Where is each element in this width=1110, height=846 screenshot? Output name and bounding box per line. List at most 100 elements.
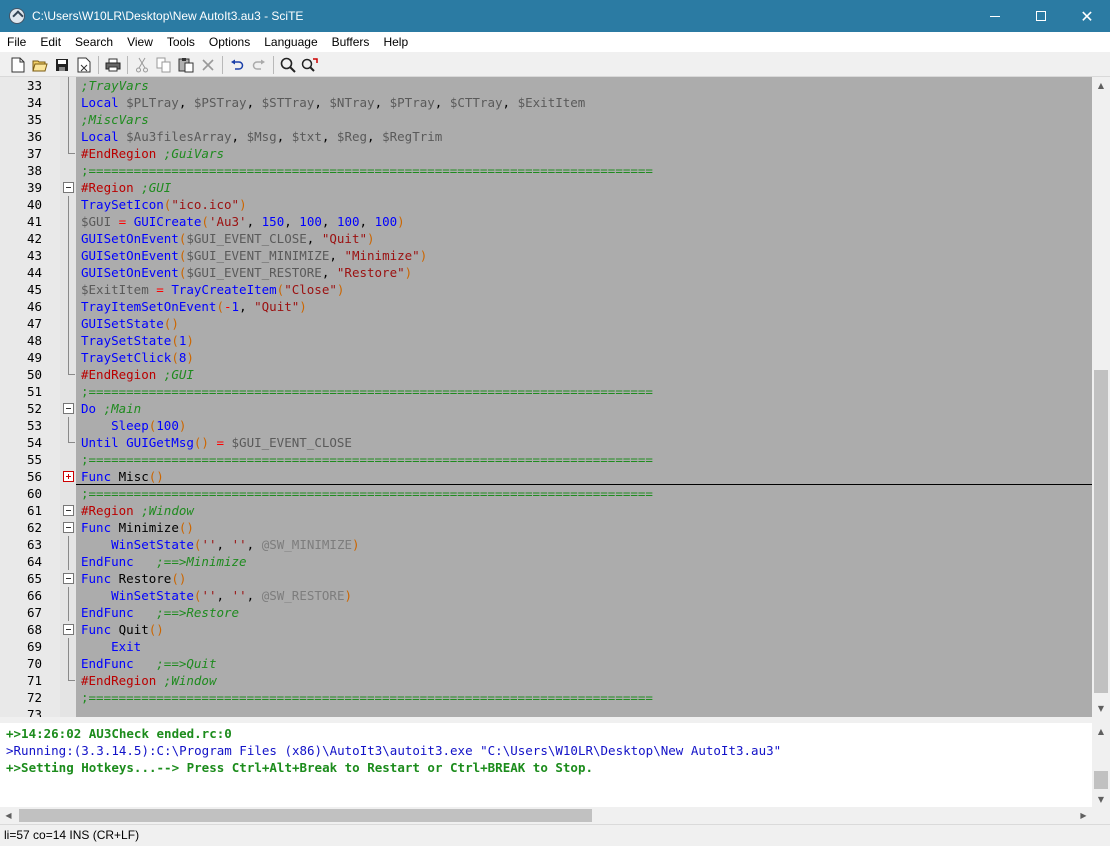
code-line[interactable]: 72 ;=====================================… (0, 689, 1092, 706)
output-vertical-scrollbar[interactable]: ▲ ▼ (1092, 723, 1110, 807)
paste-button[interactable] (175, 54, 197, 76)
fold-collapse-icon[interactable] (63, 182, 74, 193)
code-line[interactable]: 64 EndFunc ;==>Minimize (0, 553, 1092, 570)
code-line[interactable]: 42 GUISetOnEvent($GUI_EVENT_CLOSE, "Quit"… (0, 230, 1092, 247)
editor-vertical-scrollbar[interactable]: ▲ ▼ (1092, 77, 1110, 717)
save-button[interactable] (51, 54, 73, 76)
menu-language[interactable]: Language (257, 32, 324, 52)
menu-tools[interactable]: Tools (160, 32, 202, 52)
fold-collapse-icon[interactable] (63, 522, 74, 533)
code-line[interactable]: 68 Func Quit() (0, 621, 1092, 638)
code-line[interactable]: 66 WinSetState('', '', @SW_RESTORE) (0, 587, 1092, 604)
fold-collapse-icon[interactable] (63, 624, 74, 635)
code-line[interactable]: 70 EndFunc ;==>Quit (0, 655, 1092, 672)
menu-buffers[interactable]: Buffers (325, 32, 377, 52)
code-token: '' (201, 588, 217, 603)
undo-button[interactable] (226, 54, 248, 76)
menu-help[interactable]: Help (376, 32, 415, 52)
find-replace-button[interactable] (299, 54, 321, 76)
menu-edit[interactable]: Edit (33, 32, 68, 52)
code-line[interactable]: 69 Exit (0, 638, 1092, 655)
scroll-left-icon[interactable]: ◀ (0, 807, 17, 824)
new-file-button[interactable] (7, 54, 29, 76)
code-line[interactable]: 56 Func Misc() (0, 468, 1092, 485)
code-line[interactable]: 55 ;=====================================… (0, 451, 1092, 468)
output-hscroll-thumb[interactable] (19, 809, 592, 822)
code-line[interactable]: 37 #EndRegion ;GuiVars (0, 145, 1092, 162)
code-line[interactable]: 63 WinSetState('', '', @SW_MINIMIZE) (0, 536, 1092, 553)
minimize-button[interactable] (972, 0, 1018, 32)
output-scroll-thumb[interactable] (1094, 771, 1108, 789)
scroll-right-icon[interactable]: ▶ (1075, 807, 1092, 824)
code-line[interactable]: 38 ;=====================================… (0, 162, 1092, 179)
code-line[interactable]: 51 ;=====================================… (0, 383, 1092, 400)
code-line[interactable]: 60 ;=====================================… (0, 485, 1092, 502)
code-line[interactable]: 62 Func Minimize() (0, 519, 1092, 536)
menu-view[interactable]: View (120, 32, 160, 52)
copy-button[interactable] (153, 54, 175, 76)
code-line[interactable]: 47 GUISetState() (0, 315, 1092, 332)
code-line[interactable]: 65 Func Restore() (0, 570, 1092, 587)
redo-button[interactable] (248, 54, 270, 76)
code-line[interactable]: 45 $ExitItem = TrayCreateItem("Close") (0, 281, 1092, 298)
menu-search[interactable]: Search (68, 32, 120, 52)
code-line[interactable]: 35 ;MiscVars (0, 111, 1092, 128)
code-editor[interactable]: 33 ;TrayVars 34 Local $PLTray, $PSTray, $ST… (0, 77, 1092, 717)
fold-collapse-icon[interactable] (63, 573, 74, 584)
print-button[interactable] (102, 54, 124, 76)
code-line[interactable]: 52 Do ;Main (0, 400, 1092, 417)
code-line[interactable]: 54 Until GUIGetMsg() = $GUI_EVENT_CLOSE (0, 434, 1092, 451)
scroll-up-icon[interactable]: ▲ (1092, 77, 1110, 94)
scroll-down-icon[interactable]: ▼ (1092, 700, 1110, 717)
code-line[interactable]: 40 TraySetIcon("ico.ico") (0, 196, 1092, 213)
code-line[interactable]: 39 #Region ;GUI (0, 179, 1092, 196)
code-line[interactable]: 48 TraySetState(1) (0, 332, 1092, 349)
fold-line (68, 94, 69, 111)
code-text: GUISetState() (81, 315, 179, 332)
scite-app-icon[interactable] (9, 8, 25, 24)
code-line[interactable]: 73 (0, 706, 1092, 717)
delete-button[interactable] (197, 54, 219, 76)
copy-icon (156, 57, 171, 72)
code-line[interactable]: 33 ;TrayVars (0, 77, 1092, 94)
code-text: #Region ;GUI (81, 179, 171, 196)
fold-expand-icon[interactable] (63, 471, 74, 482)
menu-file[interactable]: File (0, 32, 33, 52)
find-button[interactable] (277, 54, 299, 76)
fold-collapse-icon[interactable] (63, 505, 74, 516)
code-token: ( (201, 214, 209, 229)
code-line[interactable]: 71 #EndRegion ;Window (0, 672, 1092, 689)
close-button[interactable]: ✕ (1064, 0, 1110, 32)
code-line[interactable]: 43 GUISetOnEvent($GUI_EVENT_MINIMIZE, "Mi… (0, 247, 1092, 264)
output-horizontal-scrollbar[interactable]: ◀ ▶ (0, 807, 1092, 824)
code-token: GUIGetMsg (126, 435, 194, 450)
code-line[interactable]: 46 TrayItemSetOnEvent(-1, "Quit") (0, 298, 1092, 315)
code-line[interactable]: 49 TraySetClick(8) (0, 349, 1092, 366)
scroll-up-icon[interactable]: ▲ (1092, 723, 1110, 739)
code-line[interactable]: 44 GUISetOnEvent($GUI_EVENT_RESTORE, "Res… (0, 264, 1092, 281)
code-token: , (246, 588, 262, 603)
code-line[interactable]: 41 $GUI = GUICreate('Au3', 150, 100, 100,… (0, 213, 1092, 230)
maximize-button[interactable] (1018, 0, 1064, 32)
menu-options[interactable]: Options (202, 32, 257, 52)
cut-button[interactable] (131, 54, 153, 76)
output-pane[interactable]: +>14:26:02 AU3Check ended.rc:0 >Running:… (0, 723, 1092, 807)
code-token: $Reg (336, 129, 368, 144)
code-line[interactable]: 50 #EndRegion ;GUI (0, 366, 1092, 383)
code-line[interactable]: 67 EndFunc ;==>Restore (0, 604, 1092, 621)
status-bar: li=57 co=14 INS (CR+LF) (0, 824, 1110, 846)
code-token: $NTray (329, 95, 375, 110)
scroll-down-icon[interactable]: ▼ (1092, 791, 1110, 807)
line-number: 48 (26, 333, 42, 348)
editor-scroll-thumb[interactable] (1094, 370, 1108, 693)
open-file-button[interactable] (29, 54, 51, 76)
close-file-button[interactable] (73, 54, 95, 76)
code-token: ) (239, 197, 247, 212)
code-line[interactable]: 36 Local $Au3filesArray, $Msg, $txt, $Reg… (0, 128, 1092, 145)
code-line[interactable]: 34 Local $PLTray, $PSTray, $STTray, $NTra… (0, 94, 1092, 111)
code-line[interactable]: 61 #Region ;Window (0, 502, 1092, 519)
code-line[interactable]: 53 Sleep(100) (0, 417, 1092, 434)
code-token: () (171, 571, 187, 586)
fold-collapse-icon[interactable] (63, 403, 74, 414)
code-token: ;==>Minimize (156, 554, 247, 569)
